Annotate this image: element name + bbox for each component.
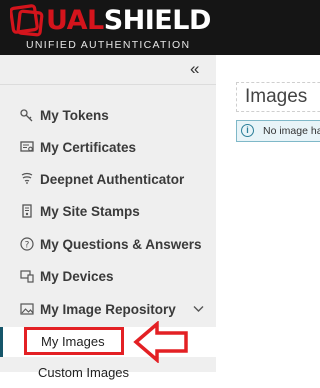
sidebar-item-label: My Image Repository: [40, 301, 176, 317]
sidebar-item-my-tokens[interactable]: My Tokens: [0, 99, 216, 131]
sidebar-item-deepnet-authenticator[interactable]: Deepnet Authenticator: [0, 163, 216, 195]
devices-icon: [20, 269, 34, 283]
key-icon: [20, 108, 34, 122]
info-icon: i: [241, 124, 254, 137]
app-header: UALSHIELD UNIFIED AUTHENTICATION: [0, 0, 320, 55]
sidebar-item-my-devices[interactable]: My Devices: [0, 260, 216, 292]
sidebar-item-my-certificates[interactable]: My Certificates: [0, 131, 216, 163]
sidebar-item-my-site-stamps[interactable]: My Site Stamps: [0, 195, 216, 227]
highlight-box: [24, 327, 124, 355]
sidebar-item-label: My Certificates: [40, 139, 137, 155]
collapse-sidebar-button[interactable]: «: [190, 59, 199, 79]
sidebar-item-label: My Devices: [40, 268, 114, 284]
dualshield-logo-icon: [10, 4, 44, 37]
brand-subtitle: UNIFIED AUTHENTICATION: [26, 39, 191, 51]
brand-name: UALSHIELD: [46, 5, 211, 36]
sidebar-item-label: My Site Stamps: [40, 203, 140, 219]
svg-text:?: ?: [25, 241, 30, 251]
left-arrow-icon: [133, 321, 188, 363]
sidebar-subitem-label: Custom Images: [38, 365, 130, 380]
sidebar-item-label: My Questions & Answers: [40, 236, 202, 252]
info-message: No image ha: [263, 125, 320, 137]
sidebar-divider: [0, 84, 216, 85]
page-title: Images: [245, 86, 308, 107]
info-banner: i No image ha: [236, 120, 320, 142]
sidebar-item-label: My Tokens: [40, 107, 109, 123]
page-title-box: Images: [236, 82, 320, 112]
chevron-down-icon[interactable]: [193, 302, 204, 316]
sidebar-item-label: Deepnet Authenticator: [40, 171, 185, 187]
sidebar-item-my-questions-answers[interactable]: ? My Questions & Answers: [0, 228, 216, 260]
main-content: Images i No image ha: [216, 55, 320, 372]
site-stamp-icon: [20, 204, 34, 218]
authenticator-icon: [20, 172, 34, 186]
question-icon: ?: [20, 237, 34, 251]
certificate-icon: [20, 140, 34, 154]
image-icon: [20, 302, 34, 316]
